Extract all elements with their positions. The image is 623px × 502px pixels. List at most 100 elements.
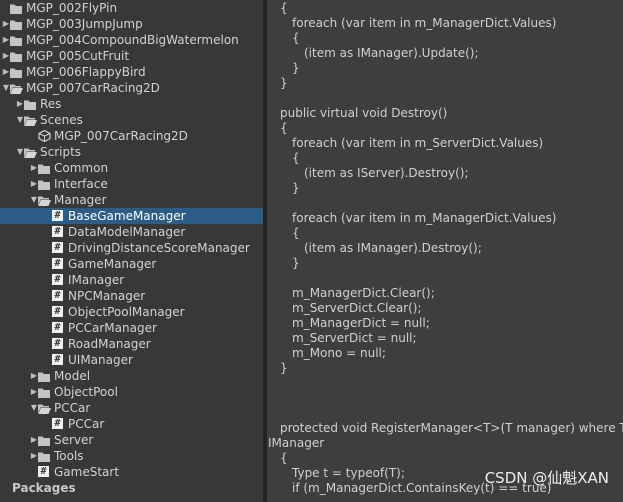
tree-item[interactable]: # BaseGameManager (0, 208, 263, 224)
code-line: { (292, 151, 300, 165)
tree-item[interactable]: # PCCar (0, 416, 263, 432)
script-icon: # (52, 354, 63, 365)
tree-item-label: Common (54, 161, 109, 175)
code-line: foreach (var item in m_ManagerDict.Value… (292, 16, 557, 30)
project-tree-panel: MGP_002FlyPin ▶ MGP_003JumpJump ▶ MGP_004Com… (0, 0, 263, 502)
tree-item-label: DrivingDistanceScoreManager (68, 241, 250, 255)
code-line: IManager (268, 436, 325, 450)
tree-item[interactable]: ▼ Manager (0, 192, 263, 208)
tree-item-label: Scripts (40, 145, 82, 159)
folder-open-icon (24, 146, 37, 158)
tree-item-label: MGP_003JumpJump (26, 17, 143, 31)
tree-item[interactable]: ▶ MGP_006FlappyBird (0, 64, 263, 80)
code-line: } (292, 61, 300, 75)
code-line: m_ManagerDict = null; (292, 316, 430, 330)
tree-item-label: Model (54, 369, 91, 383)
packages-header[interactable]: Packages (0, 480, 263, 496)
tree-item[interactable]: ▶ ObjectPool (0, 384, 263, 400)
folder-icon (10, 34, 22, 46)
tree-item[interactable]: ▶ Common (0, 160, 263, 176)
tree-item[interactable]: # GameStart (0, 464, 263, 480)
tree-item[interactable]: ▼ Scripts (0, 144, 263, 160)
folder-open-icon (38, 402, 51, 414)
tree-item-label: MGP_007CarRacing2D (26, 81, 160, 95)
code-line: foreach (var item in m_ManagerDict.Value… (292, 211, 557, 225)
tree-item[interactable]: ▶ MGP_003JumpJump (0, 16, 263, 32)
folder-icon (24, 98, 36, 110)
tree-item[interactable]: # IManager (0, 272, 263, 288)
tree-item[interactable]: # RoadManager (0, 336, 263, 352)
script-icon: # (52, 226, 63, 237)
script-icon: # (52, 338, 63, 349)
folder-icon (38, 434, 50, 446)
folder-open-icon (24, 114, 37, 126)
tree-item[interactable]: # DataModelManager (0, 224, 263, 240)
tree-item[interactable]: # NPCManager (0, 288, 263, 304)
tree-item-label: Packages (12, 481, 76, 495)
tree-item-label: MGP_004CompoundBigWatermelon (26, 33, 239, 47)
code-line: { (292, 226, 300, 240)
tree-item[interactable]: # GameManager (0, 256, 263, 272)
script-icon: # (52, 306, 63, 317)
code-line: Type t = typeof(T); (292, 466, 405, 480)
tree-item-label: PCCar (54, 401, 91, 415)
tree-item-label: IManager (68, 273, 125, 287)
code-line: { (280, 121, 288, 135)
code-line: (item as IManager).Update(); (304, 46, 479, 60)
code-line: { (280, 451, 288, 465)
tree-item-label: Manager (54, 193, 107, 207)
code-line: m_ManagerDict.Clear(); (292, 286, 435, 300)
tree-item-label: Tools (54, 449, 84, 463)
folder-icon (38, 178, 50, 190)
script-icon: # (52, 242, 63, 253)
tree-item-label: MGP_002FlyPin (26, 1, 118, 15)
folder-icon (10, 18, 22, 30)
tree-item-label: Interface (54, 177, 108, 191)
tree-item[interactable]: MGP_002FlyPin (0, 0, 263, 16)
script-icon: # (52, 290, 63, 301)
folder-icon (10, 50, 22, 62)
folder-icon (10, 2, 22, 14)
tree-item-label: Res (40, 97, 62, 111)
tree-item[interactable]: ▼ MGP_007CarRacing2D (0, 80, 263, 96)
tree-item[interactable]: ▶ Server (0, 432, 263, 448)
tree-item[interactable]: ▶ MGP_004CompoundBigWatermelon (0, 32, 263, 48)
watermark: CSDN @仙魁XAN (484, 469, 609, 487)
tree-item-label: PCCarManager (68, 321, 157, 335)
code-line: } (292, 256, 300, 270)
code-line: foreach (var item in m_ServerDict.Values… (292, 136, 544, 150)
tree-item-label: RoadManager (68, 337, 151, 351)
code-line: (item as IManager).Destroy(); (304, 241, 482, 255)
tree-item[interactable]: # PCCarManager (0, 320, 263, 336)
tree-item[interactable]: ▼ Scenes (0, 112, 263, 128)
tree-item[interactable]: ▶ Interface (0, 176, 263, 192)
tree-item[interactable]: ▶ Tools (0, 448, 263, 464)
folder-icon (38, 386, 50, 398)
code-preview-panel: {foreach (var item in m_ManagerDict.Valu… (267, 0, 623, 502)
code-line: protected void RegisterManager<T>(T mana… (280, 421, 623, 435)
code-line: { (292, 31, 300, 45)
tree-item-label: DataModelManager (68, 225, 186, 239)
code-line: { (280, 1, 288, 15)
tree-item[interactable]: ▶ Model (0, 368, 263, 384)
tree-item[interactable]: ▶ MGP_005CutFruit (0, 48, 263, 64)
folder-open-icon (38, 194, 51, 206)
code-line: m_Mono = null; (292, 346, 386, 360)
tree-item[interactable]: # ObjectPoolManager (0, 304, 263, 320)
scene-icon (38, 129, 51, 143)
code-line: } (280, 361, 288, 375)
tree-item-label: GameStart (54, 465, 120, 479)
code-line: m_ServerDict.Clear(); (292, 301, 422, 315)
tree-item[interactable]: # UIManager (0, 352, 263, 368)
script-icon: # (52, 418, 63, 429)
tree-item[interactable]: # DrivingDistanceScoreManager (0, 240, 263, 256)
code-line: public virtual void Destroy() (280, 106, 448, 120)
folder-icon (38, 450, 50, 462)
tree-item[interactable]: ▼ PCCar (0, 400, 263, 416)
tree-item[interactable]: MGP_007CarRacing2D (0, 128, 263, 144)
tree-item-label: MGP_007CarRacing2D (54, 129, 188, 143)
code-line: } (292, 181, 300, 195)
tree-item[interactable]: ▶ Res (0, 96, 263, 112)
code-line: } (280, 76, 288, 90)
tree-item-label: Server (54, 433, 94, 447)
